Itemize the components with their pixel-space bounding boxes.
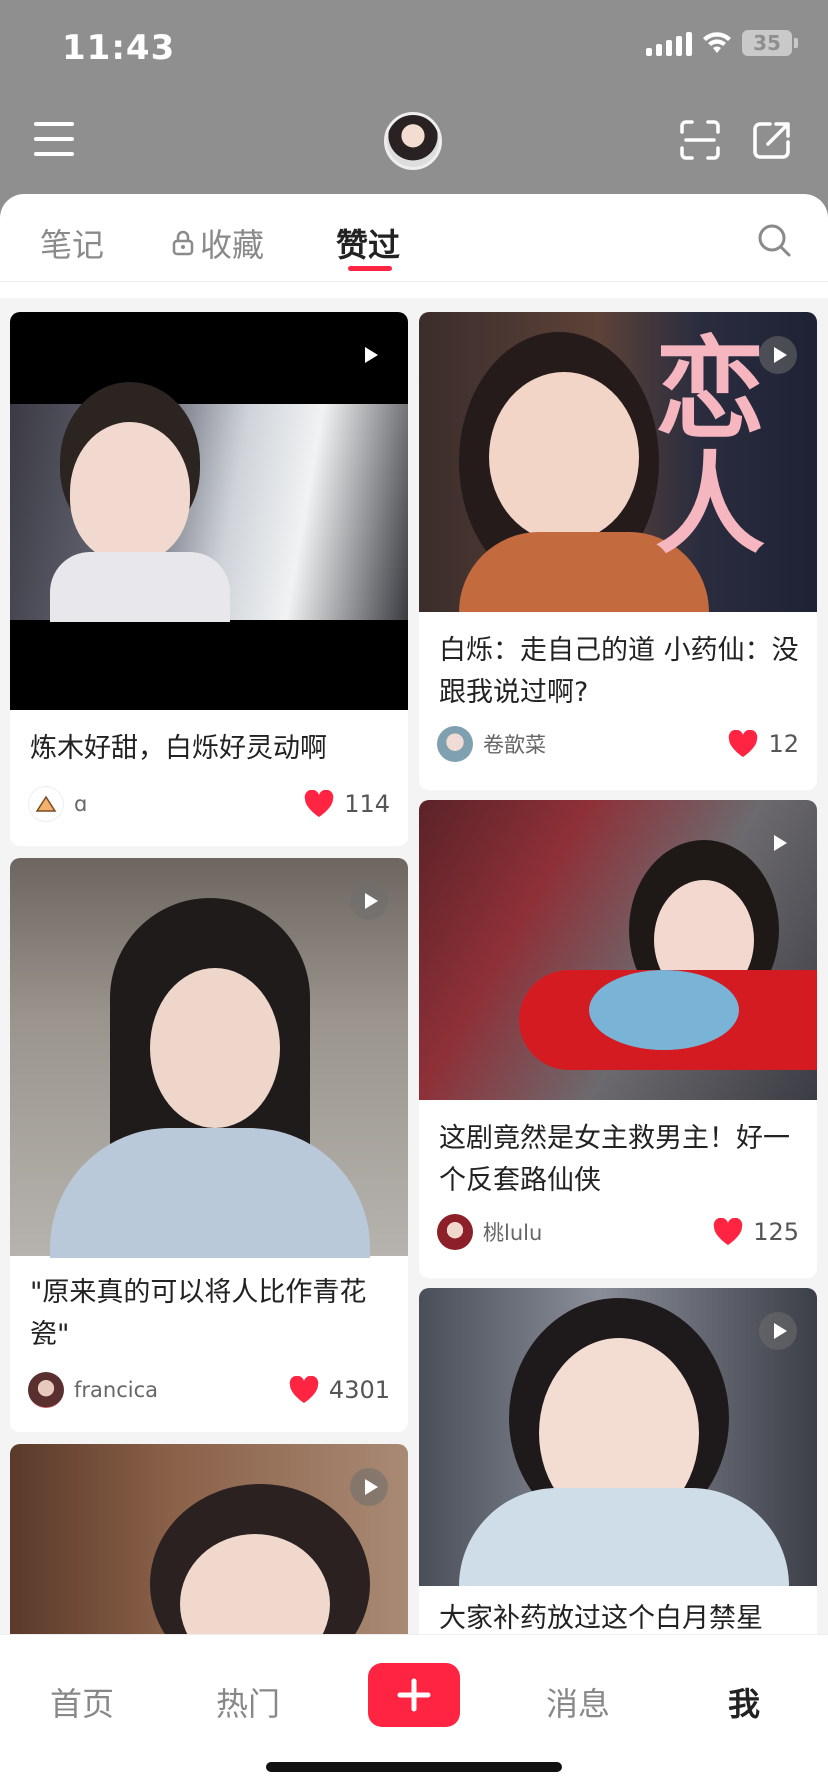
tab-notes-label: 笔记 bbox=[40, 226, 105, 264]
note-cover bbox=[10, 312, 408, 710]
note-cover bbox=[419, 1288, 817, 1586]
tab-liked[interactable]: 赞过 bbox=[336, 220, 400, 266]
active-tab-indicator bbox=[348, 266, 392, 271]
note-card[interactable]: 大家补药放过这个白月禁星 bbox=[419, 1288, 817, 1634]
like-count: 114 bbox=[344, 790, 390, 818]
note-title: "原来真的可以将人比作青花瓷" bbox=[30, 1277, 367, 1350]
nav-me[interactable]: 我 bbox=[728, 1679, 760, 1725]
note-card[interactable]: "原来真的可以将人比作青花瓷" francica 4301 bbox=[10, 858, 408, 1432]
heart-icon bbox=[713, 1218, 743, 1245]
battery-icon: 35 bbox=[742, 30, 798, 56]
note-meta: ɑ 114 bbox=[28, 784, 390, 824]
tab-collections[interactable]: 收藏 bbox=[172, 220, 264, 266]
status-icons: 35 bbox=[646, 30, 798, 56]
like-button[interactable]: 12 bbox=[728, 730, 799, 758]
play-icon bbox=[350, 882, 388, 920]
like-count: 12 bbox=[768, 730, 799, 758]
status-time: 11:43 bbox=[62, 28, 176, 68]
play-icon bbox=[759, 1312, 797, 1350]
heart-icon bbox=[304, 790, 334, 817]
note-cover bbox=[10, 1444, 408, 1634]
nav-messages[interactable]: 消息 bbox=[546, 1679, 610, 1725]
like-count: 125 bbox=[753, 1218, 799, 1246]
like-count: 4301 bbox=[328, 1376, 390, 1404]
play-icon bbox=[759, 336, 797, 374]
tab-liked-label: 赞过 bbox=[336, 226, 401, 264]
nav-trending[interactable]: 热门 bbox=[216, 1679, 280, 1725]
note-meta: francica 4301 bbox=[28, 1370, 390, 1410]
profile-tabs: 笔记 收藏 赞过 bbox=[0, 194, 828, 282]
like-button[interactable]: 4301 bbox=[289, 1376, 390, 1404]
author-name[interactable]: 桃lulu bbox=[483, 1217, 713, 1247]
author-avatar[interactable] bbox=[28, 1372, 64, 1408]
heart-icon bbox=[729, 730, 758, 757]
note-card[interactable]: 炼木好甜，白烁好灵动啊 ɑ 114 bbox=[10, 312, 408, 846]
note-meta: 桃lulu 125 bbox=[437, 1212, 799, 1252]
note-title: 大家补药放过这个白月禁星 bbox=[439, 1603, 763, 1634]
play-icon bbox=[350, 1468, 388, 1506]
wifi-icon bbox=[703, 32, 731, 53]
play-icon bbox=[350, 336, 388, 374]
like-button[interactable]: 125 bbox=[713, 1218, 799, 1246]
note-meta: 卷歆菜 12 bbox=[437, 724, 799, 764]
signal-icon bbox=[646, 30, 692, 56]
note-cover: 恋 人 bbox=[419, 312, 817, 612]
lock-icon bbox=[172, 230, 194, 256]
home-indicator bbox=[266, 1762, 562, 1772]
search-icon[interactable] bbox=[756, 222, 792, 258]
author-name[interactable]: ɑ bbox=[74, 792, 304, 816]
tab-notes[interactable]: 笔记 bbox=[40, 220, 104, 266]
author-avatar[interactable] bbox=[437, 1214, 473, 1250]
create-post-button[interactable] bbox=[368, 1663, 460, 1727]
author-avatar[interactable] bbox=[437, 726, 473, 762]
note-cover bbox=[419, 800, 817, 1100]
note-card[interactable]: 恋 人 白烁：走自己的道 小药仙：没跟我说过啊? 卷歆菜 12 bbox=[419, 312, 817, 790]
menu-icon[interactable] bbox=[34, 122, 74, 156]
plus-icon bbox=[397, 1678, 431, 1712]
note-cover bbox=[10, 858, 408, 1258]
author-name[interactable]: francica bbox=[74, 1378, 289, 1402]
avatar[interactable] bbox=[384, 112, 442, 170]
note-card[interactable]: 这剧竟然是女主救男主！好一个反套路仙侠 桃lulu 125 bbox=[419, 800, 817, 1278]
tab-collections-label: 收藏 bbox=[200, 226, 265, 264]
share-icon[interactable] bbox=[750, 118, 794, 162]
nav-home[interactable]: 首页 bbox=[50, 1679, 114, 1725]
note-title: 白烁：走自己的道 小药仙：没跟我说过啊? bbox=[439, 635, 799, 708]
note-title: 这剧竟然是女主救男主！好一个反套路仙侠 bbox=[439, 1123, 790, 1196]
like-button[interactable]: 114 bbox=[304, 790, 390, 818]
author-name[interactable]: 卷歆菜 bbox=[483, 729, 728, 759]
scan-icon[interactable] bbox=[678, 118, 722, 162]
heart-icon bbox=[289, 1376, 319, 1403]
note-card[interactable] bbox=[10, 1444, 408, 1634]
play-icon bbox=[759, 824, 797, 862]
note-title: 炼木好甜，白烁好灵动啊 bbox=[30, 733, 327, 764]
author-avatar[interactable] bbox=[28, 786, 64, 822]
